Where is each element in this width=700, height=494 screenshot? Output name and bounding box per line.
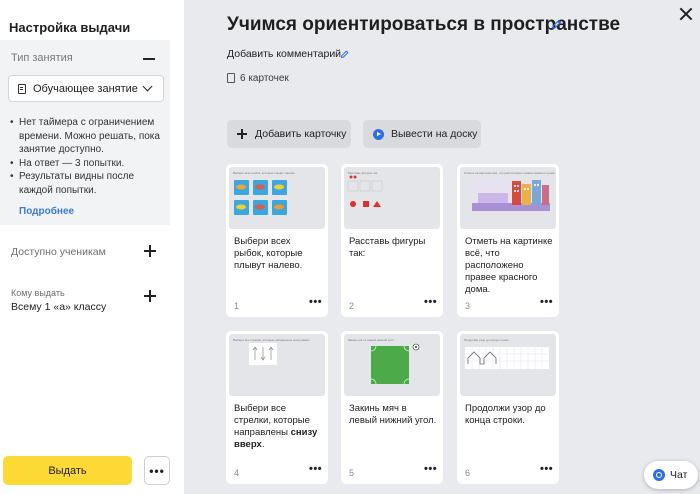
card-number: 3 xyxy=(465,301,471,311)
available-to-students-label: Доступно ученикам xyxy=(11,246,106,258)
card-number: 2 xyxy=(349,301,355,311)
description-item: Нет таймера с ограничением времени. Можн… xyxy=(10,116,165,157)
add-availability-plus-icon[interactable] xyxy=(144,245,156,257)
card-task: Выбери всех рыбок, которые плывут налево… xyxy=(234,236,303,271)
ball-field-image xyxy=(370,343,420,385)
show-on-board-label: Вывести на доску xyxy=(391,128,478,140)
pattern-image xyxy=(465,347,549,369)
show-on-board-button[interactable]: Вывести на доску xyxy=(363,120,481,148)
card-task-end: . xyxy=(261,439,265,450)
card-thumbnail: Расставь фигуры так xyxy=(344,167,440,229)
add-comment-link[interactable]: Добавить комментарий xyxy=(227,48,341,60)
cards-count: 6 карточек xyxy=(240,73,289,84)
lesson-type-value: Обучающее занятие xyxy=(33,82,138,95)
card-task: Расставь фигуры так: xyxy=(349,236,426,259)
card-task: Закинь мяч в левый нижний угол. xyxy=(349,403,437,426)
more-link[interactable]: Подробнее xyxy=(19,206,74,217)
add-card-button[interactable]: Добавить карточку xyxy=(227,120,351,148)
edit-title-pencil-icon[interactable] xyxy=(551,19,562,30)
card-thumbnail: Продолжи узор до конца строки xyxy=(460,334,556,396)
shapes-image xyxy=(347,175,383,207)
add-card-label: Добавить карточку xyxy=(255,128,347,140)
card-menu-button[interactable]: ••• xyxy=(309,463,322,475)
card-number: 5 xyxy=(349,468,355,478)
card-thumbnail: Выбери всех рыбок, которые плывут налево xyxy=(229,167,325,229)
thumbnail-caption: Продолжи узор до конца строки xyxy=(464,338,509,342)
lesson-card[interactable]: Выбери всех рыбок, которые плывут налево… xyxy=(226,164,328,317)
fish-grid-image xyxy=(234,180,287,215)
play-icon xyxy=(373,128,384,140)
lesson-card[interactable]: Отметь на картинке всё, что расположено … xyxy=(457,164,559,317)
arrows-image xyxy=(249,343,277,365)
chat-label: Чат xyxy=(670,469,688,481)
issue-button[interactable]: Выдать xyxy=(3,456,132,485)
lesson-type-panel: Тип занятия Обучающее занятие Нет таймер… xyxy=(0,40,170,225)
card-task: Продолжи узор до конца строки. xyxy=(465,403,546,426)
description-item: На ответ — 3 попытки. xyxy=(10,157,165,171)
assign-to-value: Всему 1 «а» классу xyxy=(11,301,107,313)
lesson-type-heading: Тип занятия xyxy=(11,52,73,64)
collapse-minus-icon[interactable] xyxy=(143,58,155,60)
thumbnail-caption: Выбери все стрелки, которые направлены с… xyxy=(233,338,310,342)
thumbnail-caption: Отметь на картинке всё, что расположено … xyxy=(464,171,555,175)
chat-icon xyxy=(653,469,665,481)
thumbnail-caption: Выбери всех рыбок, которые плывут налево xyxy=(233,171,295,175)
card-thumbnail: Отметь на картинке всё, что расположено … xyxy=(460,167,556,229)
sidebar-title: Настройка выдачи xyxy=(9,20,131,35)
lesson-type-select[interactable]: Обучающее занятие xyxy=(8,75,164,102)
edit-comment-pencil-icon[interactable] xyxy=(340,50,349,59)
lesson-card[interactable]: Закинь мяч в левый нижний угол Закинь мя… xyxy=(341,331,443,484)
lesson-card[interactable]: Продолжи узор до конца строки Продолжи у… xyxy=(457,331,559,484)
thumbnail-caption: Закинь мяч в левый нижний угол xyxy=(348,338,394,342)
description-item: Результаты видны после каждой попытки. xyxy=(10,170,165,197)
card-menu-button[interactable]: ••• xyxy=(309,296,322,308)
card-number: 1 xyxy=(234,301,240,311)
settings-sidebar: Настройка выдачи Тип занятия Обучающее з… xyxy=(0,0,184,494)
close-icon[interactable] xyxy=(679,7,693,21)
card-menu-button[interactable]: ••• xyxy=(540,296,553,308)
card-task: Выбери все стрелки, которые направлены с… xyxy=(234,403,322,451)
lesson-type-description: Нет таймера с ограничением времени. Можн… xyxy=(10,116,165,197)
card-thumbnail: Закинь мяч в левый нижний угол xyxy=(344,334,440,396)
lesson-card[interactable]: Расставь фигуры так Расставь фигуры так:… xyxy=(341,164,443,317)
assign-to-label: Кому выдать xyxy=(11,288,65,298)
card-menu-button[interactable]: ••• xyxy=(424,296,437,308)
lesson-card[interactable]: Выбери все стрелки, которые направлены с… xyxy=(226,331,328,484)
houses-image xyxy=(472,179,550,211)
card-thumbnail: Выбери все стрелки, которые направлены с… xyxy=(229,334,325,396)
card-task: Отметь на картинке всё, что расположено … xyxy=(465,236,553,295)
chevron-down-icon xyxy=(142,81,153,92)
cards-icon xyxy=(18,83,26,94)
thumbnail-caption: Расставь фигуры так xyxy=(348,171,378,175)
more-options-button[interactable]: ••• xyxy=(144,456,170,485)
add-recipient-plus-icon[interactable] xyxy=(144,290,156,302)
card-menu-button[interactable]: ••• xyxy=(540,463,553,475)
plus-icon xyxy=(237,129,247,139)
cards-icon xyxy=(227,73,235,83)
chat-button[interactable]: Чат xyxy=(644,461,698,489)
card-number: 6 xyxy=(465,468,471,478)
card-number: 4 xyxy=(234,468,240,478)
card-menu-button[interactable]: ••• xyxy=(424,463,437,475)
